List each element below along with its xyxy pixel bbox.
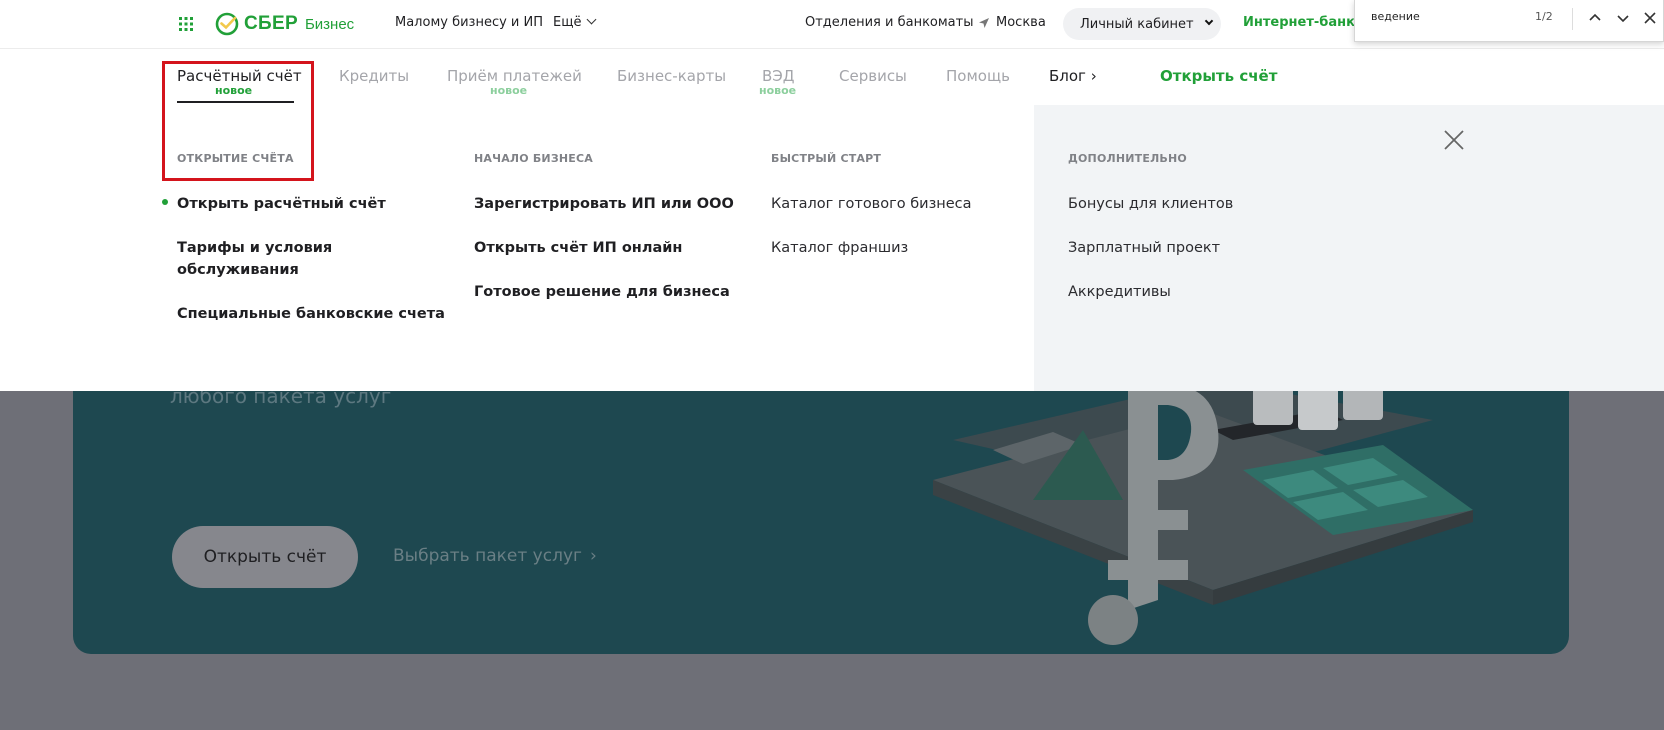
menu-item-ready-solution[interactable]: Готовое решение для бизнеса: [474, 281, 730, 303]
menu-item-ip-online[interactable]: Открыть счёт ИП онлайн: [474, 237, 682, 259]
close-icon[interactable]: [1640, 8, 1660, 28]
menu-item-tariffs[interactable]: Тарифы и условия обслуживания: [177, 237, 357, 281]
new-badge: новое: [759, 84, 797, 97]
menu-item-business-catalog[interactable]: Каталог готового бизнеса: [771, 193, 972, 215]
hero-package-link-label: Выбрать пакет услуг: [393, 546, 582, 566]
nav-tab-business-cards[interactable]: Бизнес-карты: [617, 67, 726, 85]
menu-item-salary-project[interactable]: Зарплатный проект: [1068, 237, 1220, 259]
location-selector[interactable]: Москва: [978, 15, 1046, 30]
ruble-illustration: [933, 360, 1473, 645]
location-arrow-icon: [979, 17, 989, 28]
find-divider: [1572, 8, 1573, 30]
chevron-down-icon: [587, 14, 597, 25]
hero-package-link[interactable]: Выбрать пакет услуг ›: [393, 546, 597, 566]
chevron-down-icon[interactable]: [1613, 8, 1633, 28]
more-menu-label: Ещё: [553, 15, 582, 30]
highlight-box: [162, 61, 314, 181]
menu-item-register[interactable]: Зарегистрировать ИП или ООО: [474, 193, 734, 215]
menu-item-open-account[interactable]: Открыть расчётный счёт: [177, 193, 386, 215]
nav-tab-blog[interactable]: Блог ›: [1049, 67, 1097, 85]
menu-heading-quick-start: БЫСТРЫЙ СТАРТ: [771, 152, 882, 165]
nav-tab-ved[interactable]: ВЭД: [762, 67, 794, 85]
hero-banner: любого пакета услуг Открыть счёт Выбрать…: [73, 360, 1569, 654]
small-business-link[interactable]: Малому бизнесу и ИП: [395, 15, 543, 30]
logo-text: СБЕР: [244, 13, 298, 34]
personal-cabinet-button[interactable]: Личный кабинет: [1063, 8, 1221, 40]
location-label: Москва: [996, 15, 1046, 30]
menu-heading-business-start: НАЧАЛО БИЗНЕСА: [474, 152, 593, 165]
active-dot-icon: [162, 199, 168, 205]
logo-subtitle: Бизнес: [304, 15, 355, 33]
menu-item-bonuses[interactable]: Бонусы для клиентов: [1068, 193, 1233, 215]
nav-tab-services[interactable]: Сервисы: [839, 67, 907, 85]
new-badge: новое: [490, 84, 528, 97]
nav-tab-help[interactable]: Помощь: [946, 67, 1010, 85]
apps-grid-icon[interactable]: [178, 16, 194, 32]
cabinet-label: Личный кабинет: [1080, 16, 1194, 32]
close-icon[interactable]: [1443, 129, 1465, 151]
menu-item-franchise-catalog[interactable]: Каталог франшиз: [771, 237, 908, 259]
menu-item-letters-of-credit[interactable]: Аккредитивы: [1068, 281, 1171, 303]
nav-tab-payments[interactable]: Приём платежей: [447, 67, 582, 85]
find-match-count: 1/2: [1535, 10, 1553, 23]
open-account-cta[interactable]: Открыть счёт: [1160, 67, 1277, 85]
nav-tab-credits[interactable]: Кредиты: [339, 67, 409, 85]
menu-heading-additional: ДОПОЛНИТЕЛЬНО: [1068, 152, 1187, 165]
find-input[interactable]: ведение: [1371, 10, 1420, 23]
more-menu[interactable]: Ещё: [553, 14, 597, 30]
hero-open-account-button[interactable]: Открыть счёт: [172, 526, 358, 588]
chevron-down-icon: [1204, 16, 1213, 26]
chevron-up-icon[interactable]: [1585, 8, 1605, 28]
sber-business-logo[interactable]: СБЕР Бизнес: [215, 12, 354, 36]
find-bar: ведение 1/2: [1354, 0, 1664, 42]
menu-item-special-accounts[interactable]: Специальные банковские счета: [177, 303, 445, 325]
branches-atm-link[interactable]: Отделения и банкоматы: [805, 15, 973, 30]
sber-logo-icon: [215, 12, 239, 36]
